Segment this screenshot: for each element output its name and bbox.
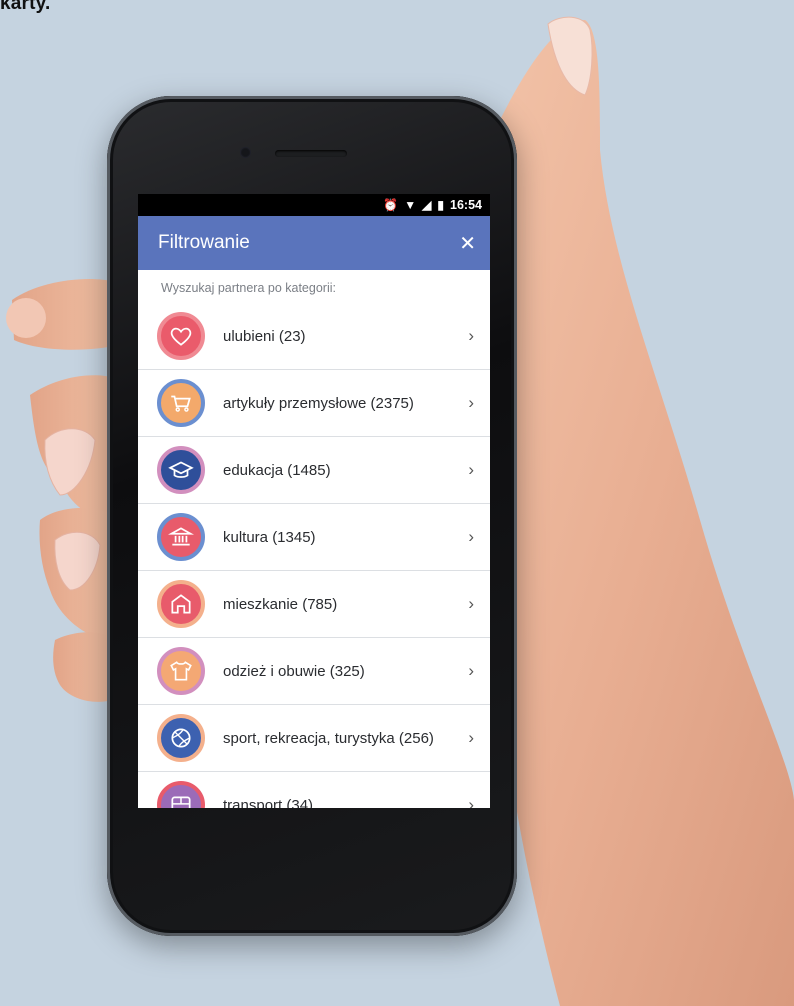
museum-icon bbox=[157, 513, 205, 561]
tshirt-icon bbox=[157, 647, 205, 695]
chevron-right-icon: › bbox=[468, 661, 474, 680]
chevron-right-icon: › bbox=[468, 795, 474, 808]
status-bar: ⏰ ▼ ◢ ▮ 16:54 bbox=[138, 194, 490, 216]
chevron-right-icon: › bbox=[468, 460, 474, 479]
chevron-right-icon: › bbox=[468, 393, 474, 412]
category-label: artykuły przemysłowe (2375) bbox=[223, 394, 414, 412]
category-item[interactable]: sport, rekreacja, turystyka (256) › bbox=[138, 705, 490, 772]
phone-screen: ⏰ ▼ ◢ ▮ 16:54 Filtrowanie ✕ Wyszukaj par… bbox=[138, 194, 490, 808]
app-bar: Filtrowanie ✕ bbox=[138, 216, 490, 270]
page-title: Filtrowanie bbox=[158, 232, 250, 253]
category-list: ulubieni (23) › artykuły przemysłowe (2375… bbox=[138, 303, 490, 808]
bus-icon bbox=[157, 781, 205, 808]
chevron-right-icon: › bbox=[468, 728, 474, 747]
category-label: mieszkanie (785) bbox=[223, 595, 338, 613]
ball-icon bbox=[157, 714, 205, 762]
status-time: 16:54 bbox=[450, 198, 482, 212]
chevron-right-icon: › bbox=[468, 594, 474, 613]
category-prompt: Wyszukaj partnera po kategorii: bbox=[161, 281, 336, 295]
category-label: sport, rekreacja, turystyka (256) bbox=[223, 729, 434, 747]
category-label: ulubieni (23) bbox=[223, 327, 306, 345]
category-label: odzież i obuwie (325) bbox=[223, 662, 365, 680]
category-item[interactable]: odzież i obuwie (325) › bbox=[138, 638, 490, 705]
home-icon bbox=[157, 580, 205, 628]
cart-icon bbox=[157, 379, 205, 427]
category-item[interactable]: edukacja (1485) › bbox=[138, 437, 490, 504]
category-item[interactable]: kultura (1345) › bbox=[138, 504, 490, 571]
category-label: kultura (1345) bbox=[223, 528, 316, 546]
category-label: edukacja (1485) bbox=[223, 461, 331, 479]
battery-icon: ▮ bbox=[437, 198, 445, 212]
signal-icon: ◢ bbox=[422, 198, 432, 212]
category-label: transport (34) bbox=[223, 796, 314, 809]
chevron-right-icon: › bbox=[468, 326, 474, 345]
wifi-icon: ▼ bbox=[404, 198, 417, 212]
front-camera bbox=[240, 147, 251, 158]
category-item[interactable]: ulubieni (23) › bbox=[138, 303, 490, 370]
phone-speaker bbox=[275, 150, 347, 157]
chevron-right-icon: › bbox=[468, 527, 474, 546]
category-item[interactable]: transport (34) › bbox=[138, 772, 490, 808]
graduation-cap-icon bbox=[157, 446, 205, 494]
category-item[interactable]: mieszkanie (785) › bbox=[138, 571, 490, 638]
alarm-icon: ⏰ bbox=[383, 198, 399, 212]
category-item[interactable]: artykuły przemysłowe (2375) › bbox=[138, 370, 490, 437]
close-icon[interactable]: ✕ bbox=[459, 231, 476, 256]
heart-icon bbox=[157, 312, 205, 360]
